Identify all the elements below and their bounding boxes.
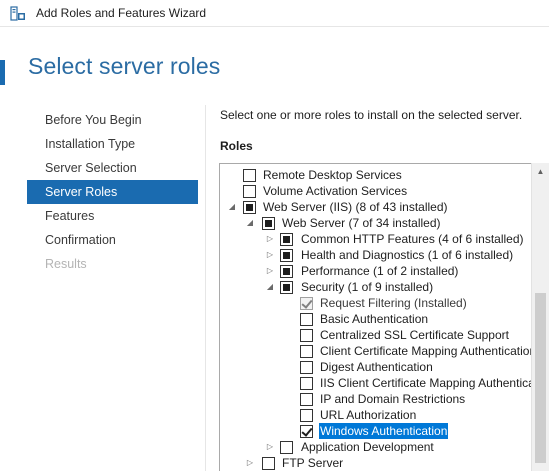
role-checkbox[interactable] [300,329,313,342]
role-checkbox[interactable] [300,313,313,326]
role-checkbox[interactable] [300,345,313,358]
title-bar: Add Roles and Features Wizard [0,0,549,27]
collapsed-arrow-icon[interactable]: ▷ [265,247,275,263]
role-checkbox[interactable] [300,361,313,374]
tree-item-label: Basic Authentication [320,312,429,326]
role-checkbox[interactable] [280,233,293,246]
instruction-text: Select one or more roles to install on t… [220,108,523,122]
role-checkbox[interactable] [300,377,313,390]
role-checkbox[interactable] [243,185,256,198]
role-checkbox[interactable] [300,393,313,406]
tree-item-label: Health and Diagnostics (1 of 6 installed… [301,248,514,262]
tree-item-label: Web Server (IIS) (8 of 43 installed) [263,200,448,214]
collapsed-arrow-icon[interactable]: ▷ [245,455,255,471]
nav-item-confirmation[interactable]: Confirmation [27,228,198,252]
scroll-up-arrow-icon[interactable]: ▲ [532,163,549,180]
wizard-nav: Before You Begin Installation Type Serve… [27,108,198,276]
nav-divider [205,105,206,471]
nav-item-server-roles[interactable]: Server Roles [27,180,198,204]
tree-scrollbar[interactable]: ▲ [531,163,549,471]
tree-item-label: Client Certificate Mapping Authenticatio… [320,344,537,358]
expanded-arrow-icon[interactable]: ◢ [227,199,237,215]
scrollbar-thumb[interactable] [535,293,546,463]
tree-item-label: IIS Client Certificate Mapping Authentic… [320,376,549,390]
role-checkbox[interactable] [243,169,256,182]
nav-item-server-selection[interactable]: Server Selection [27,156,198,180]
tree-item-label: Centralized SSL Certificate Support [320,328,509,342]
tree-item-label: Request Filtering (Installed) [320,296,467,310]
window-title: Add Roles and Features Wizard [36,6,207,20]
collapsed-arrow-icon[interactable]: ▷ [265,263,275,279]
roles-tree[interactable]: Remote Desktop Services Volume Activatio… [219,163,549,471]
tree-item-label: FTP Server [282,456,344,470]
role-checkbox[interactable] [262,457,275,470]
role-checkbox[interactable] [280,249,293,262]
role-checkbox[interactable] [280,281,293,294]
role-checkbox[interactable] [280,441,293,454]
nav-item-installation-type[interactable]: Installation Type [27,132,198,156]
tree-item-label: Performance (1 of 2 installed) [301,264,459,278]
collapsed-arrow-icon[interactable]: ▷ [265,439,275,455]
role-checkbox-disabled [300,297,313,310]
tree-item-label: Security (1 of 9 installed) [301,280,434,294]
roles-heading: Roles [220,139,253,153]
role-checkbox[interactable] [280,265,293,278]
tree-item-label: Volume Activation Services [263,184,408,198]
role-checkbox[interactable] [243,201,256,214]
tree-item-label: Digest Authentication [320,360,433,374]
tree-item-label: Web Server (7 of 34 installed) [282,216,441,230]
page-title: Select server roles [28,53,221,79]
expanded-arrow-icon[interactable]: ◢ [245,215,255,231]
tree-item-label: Remote Desktop Services [263,168,402,182]
role-checkbox[interactable] [300,409,313,422]
role-checkbox[interactable] [300,425,313,438]
expanded-arrow-icon[interactable]: ◢ [265,279,275,295]
tree-item-label: Common HTTP Features (4 of 6 installed) [301,232,524,246]
window-edge-accent [0,60,5,85]
nav-item-before-you-begin[interactable]: Before You Begin [27,108,198,132]
tree-item-label: URL Authorization [320,408,417,422]
tree-item-label: IP and Domain Restrictions [320,392,466,406]
tree-item-label: Application Development [301,440,434,454]
tree-item-label: Windows Authentication [319,423,449,439]
collapsed-arrow-icon[interactable]: ▷ [265,231,275,247]
nav-item-results: Results [45,257,87,271]
role-checkbox[interactable] [262,217,275,230]
nav-item-features[interactable]: Features [27,204,198,228]
server-manager-icon [10,6,25,21]
